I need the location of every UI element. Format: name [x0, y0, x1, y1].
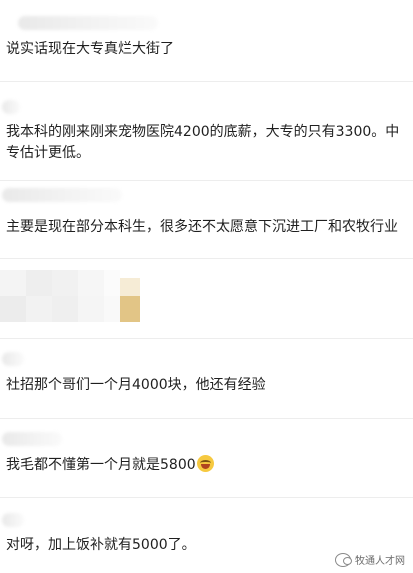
- comment-text: 社招那个哥们一个月4000块，他还有经验: [6, 377, 266, 393]
- blurred-username: [2, 352, 24, 366]
- watermark-text: 牧通人才网: [355, 556, 405, 567]
- divider: [0, 180, 413, 181]
- blurred-username: [2, 188, 122, 202]
- watermark: 牧通人才网: [335, 552, 405, 567]
- blurred-username: [2, 100, 20, 114]
- wechat-icon: [335, 552, 352, 567]
- comment-text: 主要是现在部分本科生，很多还不太愿意下沉进工厂和农牧行业: [6, 219, 398, 235]
- blurred-username: [18, 16, 158, 30]
- laughing-crying-emoji-icon: [196, 455, 214, 472]
- comment-text: 我本科的刚来刚来宠物医院4200的底薪，大专的只有3300。中专估计更低。: [6, 124, 400, 161]
- divider: [0, 497, 413, 498]
- comment-item: 我毛都不懂第一个月就是5800: [6, 455, 407, 476]
- divider: [0, 81, 413, 82]
- blurred-username: [2, 513, 24, 527]
- pixelated-redaction: [0, 270, 140, 322]
- divider: [0, 418, 413, 419]
- divider: [0, 338, 413, 339]
- comment-text: 我毛都不懂第一个月就是5800: [6, 457, 196, 473]
- blurred-username: [2, 432, 62, 446]
- divider: [0, 258, 413, 259]
- comment-text: 说实话现在大专真烂大街了: [6, 41, 174, 57]
